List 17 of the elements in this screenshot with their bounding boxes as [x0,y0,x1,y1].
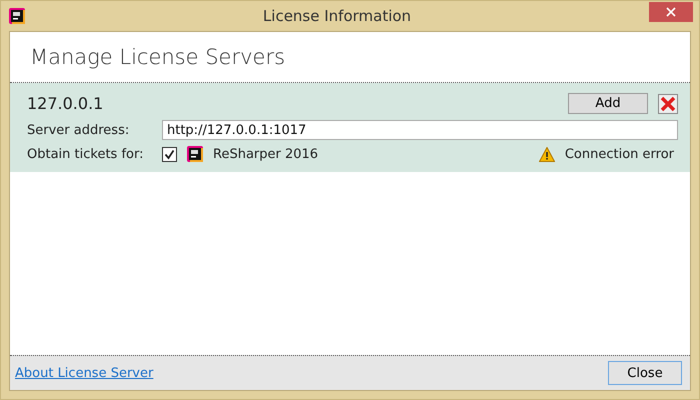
page-heading: Manage License Servers [30,45,286,69]
delete-icon[interactable] [658,94,678,114]
close-button[interactable]: Close [608,361,682,385]
warning-icon [538,146,555,162]
field-label: Obtain tickets for: [26,146,144,162]
add-button[interactable]: Add [568,93,648,114]
window-title: License Information [262,7,412,25]
product-logo-icon [187,146,203,162]
checkbox[interactable] [162,146,177,162]
address-field[interactable]: http://127.0.0.1:1017 [162,120,678,140]
app-logo-icon [9,8,25,24]
server-name: 127.0.0.1 [26,94,104,113]
product-name: ReSharper 2016 [213,146,320,162]
close-icon[interactable] [649,2,693,22]
status-text: Connection error [564,146,674,162]
field-label: Server address: [26,122,130,138]
about-link[interactable]: About License Server [15,366,154,380]
